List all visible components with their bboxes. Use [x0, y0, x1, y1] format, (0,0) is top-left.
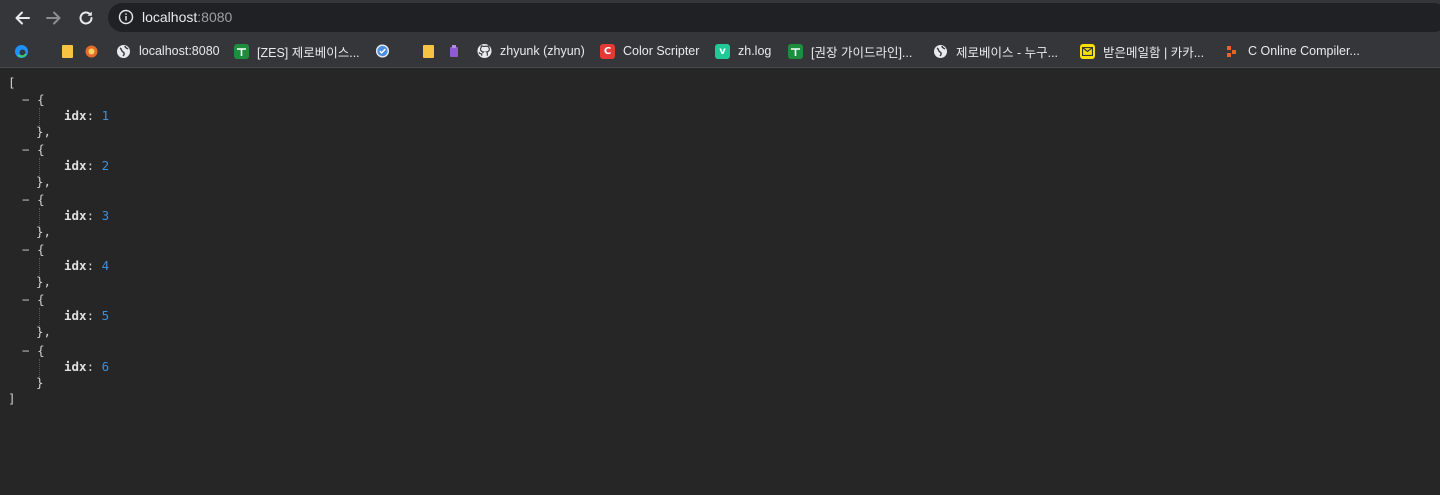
sheet-icon [234, 43, 249, 59]
address-bar[interactable]: localhost:8080 [108, 3, 1440, 32]
json-object: − { [22, 343, 45, 359]
collapse-toggle[interactable]: − [22, 343, 30, 358]
json-property: idx: 6 [64, 359, 110, 374]
bookmark-edge[interactable] [14, 41, 29, 61]
bookmark-github[interactable]: zhyunk (zhyun) [477, 41, 585, 61]
bookmark-label: [권장 가이드라인]... [811, 45, 913, 60]
reload-button[interactable] [73, 5, 99, 31]
json-value: 3 [101, 208, 110, 223]
arrow-right-icon [46, 11, 61, 25]
bookmark-check[interactable] [375, 41, 390, 61]
extension-icon [84, 44, 99, 59]
bookmark-localhost[interactable]: localhost:8080 [116, 41, 220, 61]
json-key: idx [64, 208, 87, 223]
bookmark-label: Color Scripter [623, 44, 700, 58]
velog-icon: v [715, 43, 730, 59]
mail-icon [1080, 43, 1095, 59]
json-open-bracket: [ [8, 75, 16, 90]
collapse-toggle[interactable]: − [22, 292, 30, 307]
back-button[interactable] [9, 5, 35, 31]
check-icon [375, 44, 390, 59]
bookmark-zerobase[interactable]: 제로베이스 - 누구... [933, 41, 1058, 61]
info-icon[interactable] [118, 9, 134, 25]
bookmark-label: localhost:8080 [139, 44, 220, 58]
json-property: idx: 2 [64, 158, 110, 173]
globe-icon [116, 44, 131, 59]
extension-icon [446, 44, 461, 59]
json-key: idx [64, 108, 87, 123]
json-close-brace: }, [36, 324, 52, 339]
json-key: idx [64, 258, 87, 273]
globe-icon [933, 44, 948, 59]
bookmark-label: 제로베이스 - 누구... [956, 45, 1059, 60]
json-value: 6 [101, 359, 110, 374]
url-text[interactable]: localhost:8080 [142, 9, 232, 26]
bookmark-label: zh.log [738, 44, 772, 58]
bookmark-extension-1[interactable] [84, 41, 99, 61]
edge-icon [14, 44, 29, 59]
json-object: − { [22, 92, 45, 108]
json-value: 4 [101, 258, 110, 273]
bookmark-extension-2[interactable] [446, 41, 461, 61]
collapse-toggle[interactable]: − [22, 192, 30, 207]
browser-toolbar: localhost:8080 [0, 0, 1440, 35]
bookmark-zhlog[interactable]: v zh.log [715, 41, 771, 61]
json-key: idx [64, 308, 87, 323]
json-open-brace: { [37, 242, 45, 257]
bookmark-label: 받은메일함 | 카카... [1103, 45, 1205, 60]
json-key: idx [64, 359, 87, 374]
c-icon: C [600, 43, 615, 59]
json-property: idx: 3 [64, 208, 110, 223]
compiler-icon [1225, 44, 1240, 59]
bookmark-c-compiler[interactable]: C Online Compiler... [1225, 41, 1360, 61]
github-icon [477, 43, 492, 59]
sheet-icon [788, 43, 803, 59]
folder-icon [421, 44, 436, 59]
folder-icon [60, 44, 75, 59]
json-open-brace: { [37, 343, 45, 358]
collapse-toggle[interactable]: − [22, 92, 30, 107]
json-close-brace: }, [36, 224, 52, 239]
json-key: idx [64, 158, 87, 173]
forward-button[interactable] [41, 5, 67, 31]
collapse-toggle[interactable]: − [22, 242, 30, 257]
json-value: 2 [101, 158, 110, 173]
collapse-toggle[interactable]: − [22, 142, 30, 157]
json-viewer: [ − { idx: 1 }, − { idx: 2 }, − { idx: 3… [0, 68, 1440, 495]
json-value: 5 [101, 308, 110, 323]
json-object: − { [22, 142, 45, 158]
json-close-bracket: ] [8, 391, 16, 406]
bookmark-zes[interactable]: [ZES] 제로베이스... [234, 41, 360, 61]
url-host: localhost [142, 9, 198, 25]
arrow-left-icon [15, 11, 30, 25]
json-open-brace: { [37, 192, 45, 207]
json-close-brace: }, [36, 124, 52, 139]
bookmark-label: C Online Compiler... [1248, 44, 1360, 58]
url-port: :8080 [197, 9, 233, 25]
json-property: idx: 5 [64, 308, 110, 323]
bookmark-guideline[interactable]: [권장 가이드라인]... [788, 41, 912, 61]
json-open-brace: { [37, 92, 45, 107]
bookmark-folder-1[interactable] [60, 41, 75, 61]
bookmark-label: zhyunk (zhyun) [500, 44, 585, 58]
bookmark-label: [ZES] 제로베이스... [257, 45, 360, 60]
json-open-brace: { [37, 292, 45, 307]
json-close-brace: } [36, 375, 44, 390]
json-property: idx: 1 [64, 108, 110, 123]
json-close-brace: }, [36, 274, 52, 289]
json-object: − { [22, 192, 45, 208]
bookmarks-bar: localhost:8080 [ZES] 제로베이스... zhyunk (zh… [0, 35, 1440, 68]
reload-icon [79, 11, 93, 25]
json-object: − { [22, 292, 45, 308]
json-property: idx: 4 [64, 258, 110, 273]
json-open-brace: { [37, 142, 45, 157]
bookmark-folder-2[interactable] [421, 41, 436, 61]
json-close-brace: }, [36, 174, 52, 189]
json-value: 1 [101, 108, 110, 123]
bookmark-kakao-mail[interactable]: 받은메일함 | 카카... [1080, 41, 1204, 61]
json-object: − { [22, 242, 45, 258]
bookmark-color-scripter[interactable]: C Color Scripter [600, 41, 699, 61]
